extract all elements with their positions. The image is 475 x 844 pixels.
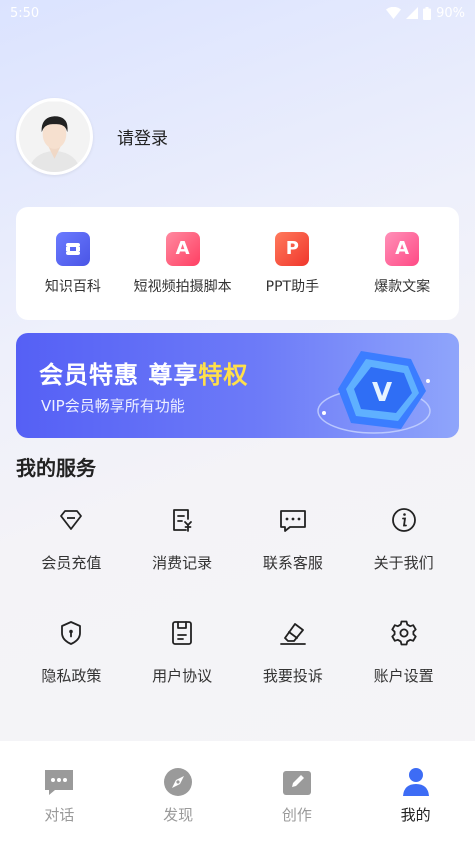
tab-chat[interactable]: 对话 [19, 766, 99, 825]
service-item-settings[interactable]: 账户设置 [348, 606, 459, 719]
chat-bubble-icon [43, 766, 75, 798]
compass-icon [162, 766, 194, 798]
tab-mine[interactable]: 我的 [376, 766, 456, 825]
receipt-icon [167, 505, 197, 535]
quick-action-knowledge[interactable]: 知识百科 [18, 231, 128, 296]
letter-a-icon: A [165, 231, 200, 266]
services-title: 我的服务 [16, 456, 96, 480]
gear-icon [389, 618, 419, 648]
vip-badge-letter: V [372, 378, 392, 408]
vip-banner[interactable]: 会员特惠 尊享特权 VIP会员畅享所有功能 V [16, 333, 459, 438]
login-link[interactable]: 请登录 [117, 124, 168, 149]
quick-action-label: 知识百科 [44, 278, 101, 295]
chat-icon [278, 505, 308, 535]
battery-level: 90% [436, 5, 465, 21]
person-icon [400, 766, 432, 798]
shield-icon [56, 618, 86, 648]
status-icons: 90% [386, 6, 465, 21]
service-label: 关于我们 [373, 554, 434, 572]
quick-action-label: 爆款文案 [374, 278, 431, 295]
service-item-support[interactable]: 联系客服 [238, 493, 349, 606]
vip-title-main: 会员特惠 尊享 [39, 361, 199, 389]
status-time: 5:50 [10, 5, 40, 21]
service-label: 会员充值 [41, 554, 102, 572]
letter-a-icon: A [385, 231, 420, 266]
diamond-icon [56, 505, 86, 535]
tab-create[interactable]: 创作 [257, 766, 337, 825]
quick-action-label: 短视频拍摄脚本 [133, 278, 232, 295]
quick-action-video-script[interactable]: A 短视频拍摄脚本 [128, 231, 238, 296]
signal-icon [406, 7, 419, 19]
avatar[interactable] [16, 98, 93, 175]
vip-subtitle: VIP会员畅享所有功能 [41, 397, 185, 415]
service-label: 我要投诉 [262, 667, 323, 685]
vip-badge-icon: V [317, 351, 431, 434]
profile-header[interactable]: 请登录 [16, 98, 168, 175]
service-item-membership[interactable]: 会员充值 [16, 493, 127, 606]
tab-discover[interactable]: 发现 [138, 766, 218, 825]
letter-p-icon: P [275, 231, 310, 266]
tab-label: 创作 [281, 806, 312, 824]
service-label: 账户设置 [373, 667, 434, 685]
wifi-icon [386, 7, 402, 19]
services-grid: 会员充值 消费记录 联系客服 关于我们 隐私政策 用户协议 我要投诉 账户设置 [16, 493, 459, 719]
service-label: 联系客服 [262, 554, 323, 572]
quick-actions-card: 知识百科 A 短视频拍摄脚本 P PPT助手 A 爆款文案 [16, 207, 459, 320]
quick-action-viral-copy[interactable]: A 爆款文案 [347, 231, 457, 296]
info-icon [389, 505, 419, 535]
tab-label: 我的 [400, 806, 431, 824]
service-item-about[interactable]: 关于我们 [348, 493, 459, 606]
vip-title-highlight: 特权 [198, 361, 249, 389]
quick-action-ppt[interactable]: P PPT助手 [238, 231, 348, 296]
tab-label: 对话 [44, 806, 75, 824]
service-item-agreement[interactable]: 用户协议 [127, 606, 238, 719]
vip-title: 会员特惠 尊享特权 [39, 355, 248, 390]
knowledge-icon [55, 231, 90, 266]
tab-label: 发现 [163, 806, 194, 824]
service-item-complaint[interactable]: 我要投诉 [238, 606, 349, 719]
service-item-privacy[interactable]: 隐私政策 [16, 606, 127, 719]
pencil-icon [281, 766, 313, 798]
battery-icon [423, 6, 432, 20]
eraser-icon [278, 618, 308, 648]
service-label: 消费记录 [152, 554, 213, 572]
default-avatar-icon [19, 101, 90, 172]
service-label: 隐私政策 [41, 667, 102, 685]
service-label: 用户协议 [152, 667, 213, 685]
service-item-records[interactable]: 消费记录 [127, 493, 238, 606]
quick-action-label: PPT助手 [265, 278, 320, 295]
bottom-tab-bar: 对话 发现 创作 我的 [0, 741, 475, 844]
document-icon [167, 618, 197, 648]
status-bar: 5:50 90% [0, 0, 475, 26]
